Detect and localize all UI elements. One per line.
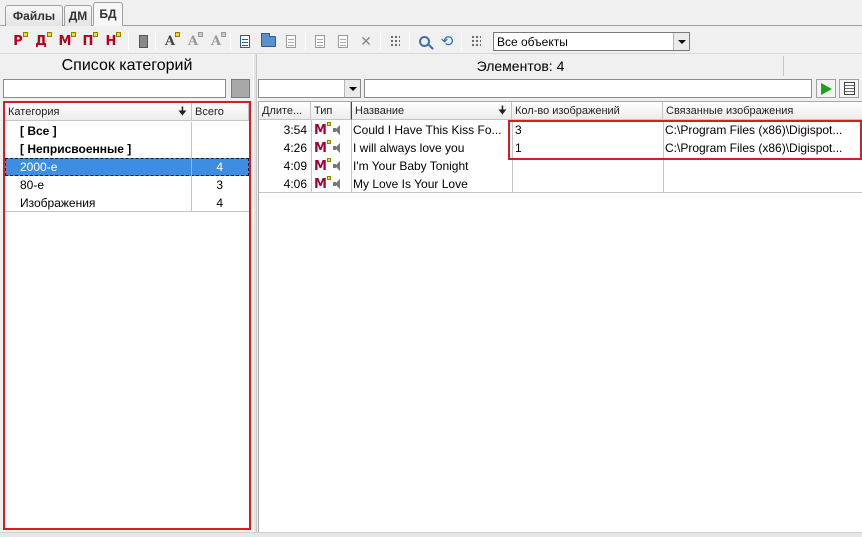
column-header-images-count[interactable]: Кол-во изображений [512,102,663,120]
object-filter-value: Все объекты [497,35,568,49]
font-edit-icon: A [188,31,204,49]
elements-grid: Длите... Тип Название 🠋 Кол-во изображен… [258,101,862,533]
speaker-icon [332,143,343,153]
column-header-category[interactable]: Категория 🠋 [5,103,192,121]
column-header-title[interactable]: Название 🠋 [351,102,512,120]
tab-files[interactable]: Файлы [5,5,63,26]
media-type-icon: М [314,121,343,137]
playlist-p-button[interactable]: П [78,31,99,51]
font-add-button[interactable]: A [160,31,181,51]
new-document-button[interactable] [235,31,255,51]
close-icon: ✕ [360,32,372,49]
playlist-r-button[interactable]: Р [8,31,28,51]
playlist-m-button[interactable]: М [55,31,77,51]
grid-view-button[interactable] [466,31,486,51]
search-icon [418,35,430,47]
speaker-icon [332,179,343,189]
chevron-down-icon[interactable] [673,33,689,50]
category-search-button[interactable] [231,79,250,98]
paste-icon [338,34,348,48]
font-remove-button[interactable]: A [206,31,227,51]
category-row-images[interactable]: Изображения 4 [5,194,249,212]
playlist-m-icon: М [59,31,77,48]
file-icon [286,34,296,48]
toolbar: Р Д М П Н A A A ✕ ⟲ [0,27,862,54]
font-remove-icon: A [211,31,227,49]
column-header-type[interactable]: Тип [311,102,351,120]
playlist-r-icon: Р [13,31,28,48]
field-select[interactable] [258,79,361,98]
playlist-n-icon: Н [106,31,122,48]
refresh-icon: ⟲ [440,33,454,50]
table-row[interactable]: 4:06 М My Love Is Your Love [259,175,862,193]
properties-button[interactable] [281,31,301,51]
playlist-d-icon: Д [35,31,52,48]
category-list-title: Список категорий [61,57,193,74]
column-header-linked-images[interactable]: Связанные изображения [663,102,862,120]
chevron-down-icon[interactable] [344,80,360,97]
playlist-n-button[interactable]: Н [101,31,122,51]
object-filter-select[interactable]: Все объекты [493,32,690,51]
category-row-all[interactable]: [ Все ] [5,122,249,140]
category-row-2000s[interactable]: 2000-е 4 [5,158,249,176]
open-folder-button[interactable] [258,31,278,51]
category-row-unassigned[interactable]: [ Неприсвоенные ] [5,140,249,158]
category-search-input[interactable] [3,79,226,98]
sort-arrow-icon: 🠋 [177,106,187,118]
paste-button[interactable] [333,31,353,51]
list-view-button[interactable] [385,31,405,51]
copy-icon [315,34,325,48]
tab-bar: Файлы ДМ БД [0,0,862,26]
font-add-icon: A [165,31,181,49]
speaker-icon [332,161,343,171]
sort-arrow-icon: 🠋 [497,105,507,117]
font-edit-button[interactable]: A [183,31,204,51]
elements-count-title: Элементов: 4 [476,58,565,74]
column-header-duration[interactable]: Длите... [259,102,311,120]
copy-button[interactable] [310,31,330,51]
playlist-d-button[interactable]: Д [31,31,52,51]
book-icon [138,34,148,48]
highlight-box [508,120,862,160]
play-button[interactable] [816,79,836,98]
tab-db[interactable]: БД [93,2,123,26]
document-icon [240,34,250,48]
notes-button[interactable] [839,79,859,98]
column-header-total[interactable]: Всего [192,103,249,121]
media-type-icon: М [314,139,343,155]
media-type-icon: М [314,157,343,173]
category-row-80s[interactable]: 80-е 3 [5,176,249,194]
status-bar [0,532,862,537]
grid-icon [471,35,481,47]
tab-dm[interactable]: ДМ [64,5,92,26]
media-type-icon: М [314,175,343,191]
delete-button[interactable]: ✕ [356,31,376,51]
element-search-input[interactable] [364,79,812,98]
refresh-button[interactable]: ⟲ [437,31,457,51]
list-icon [390,35,400,47]
playlist-p-icon: П [83,31,99,48]
speaker-icon [332,125,343,135]
category-grid: Категория 🠋 Всего [ Все ] [ Неприсвоенны… [3,101,251,530]
folder-icon [260,32,276,47]
category-button[interactable] [133,31,153,51]
pane-splitter[interactable] [253,54,257,534]
search-button[interactable] [414,31,434,51]
